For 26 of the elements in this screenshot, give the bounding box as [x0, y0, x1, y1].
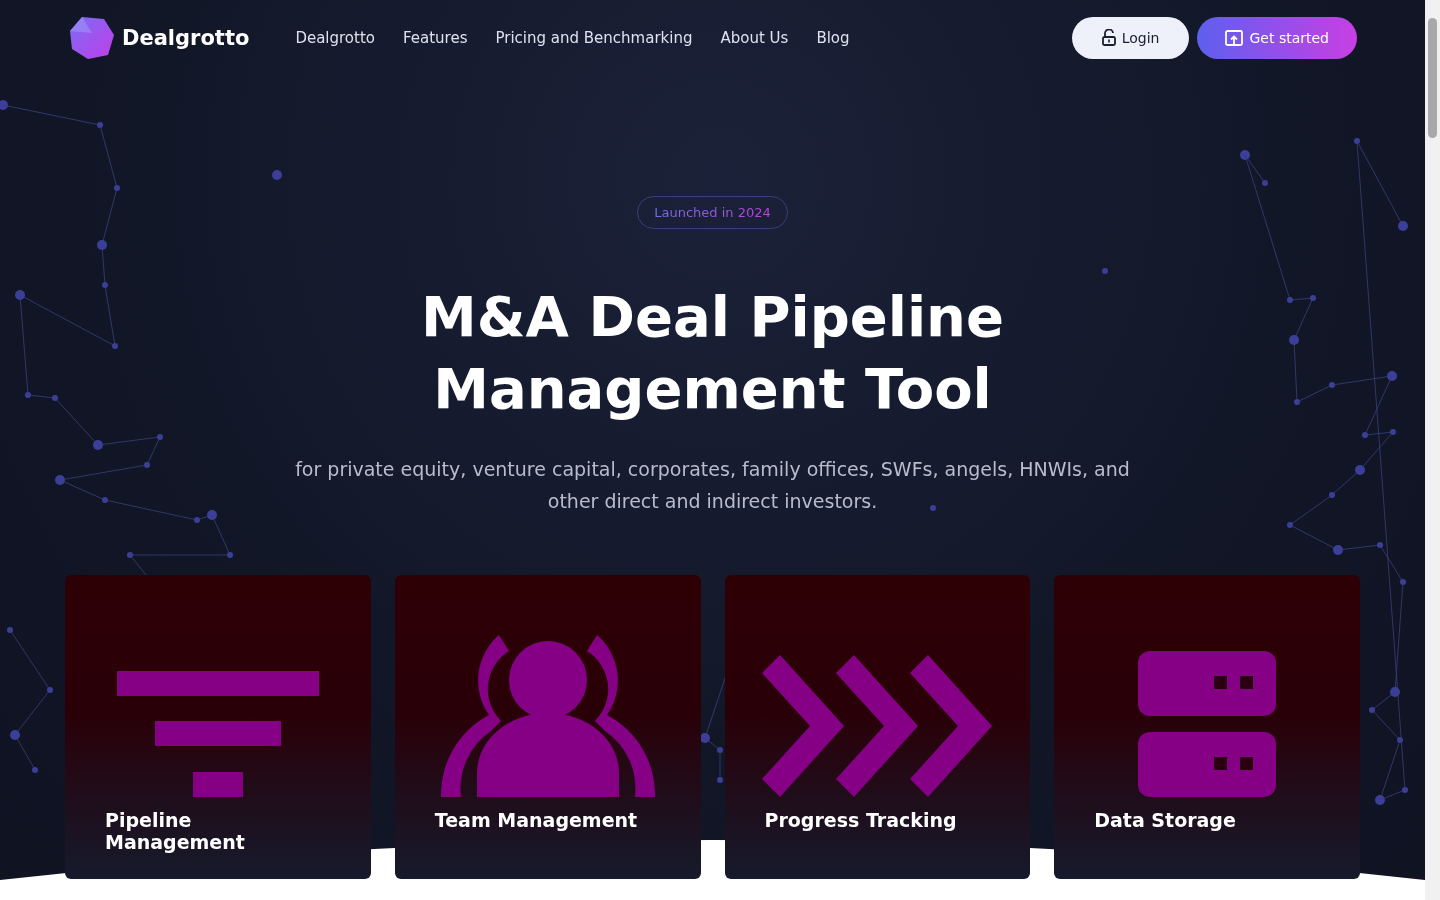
hero-subtitle: for private equity, venture capital, corporates, family offices, SWFs, angels, HNWIs, and other direct and indirect investors.	[294, 457, 1131, 514]
hero-title: M&A Deal Pipeline Management Tool	[421, 283, 1004, 423]
nav-link[interactable]: Dealgrotto	[295, 28, 375, 47]
nav-link[interactable]: Pricing and Benchmarking	[495, 28, 693, 47]
team-icon	[440, 633, 655, 797]
login-button[interactable]: Login	[1071, 16, 1190, 59]
card-title: Progress Tracking	[763, 808, 958, 831]
server-icon	[1138, 651, 1277, 797]
nav-link[interactable]: Features	[403, 28, 468, 47]
chevrons-icon	[762, 655, 993, 797]
feature-card[interactable]: Team Management	[394, 575, 701, 879]
get-started-button[interactable]: Get started	[1197, 16, 1357, 59]
nav-link[interactable]: Blog	[816, 28, 850, 47]
feature-card[interactable]: Data Storage	[1054, 575, 1360, 879]
card-title: Data Storage	[1093, 808, 1237, 831]
gem-logo-icon	[68, 14, 116, 61]
funnel-icon	[116, 671, 319, 797]
brand-name[interactable]: Dealgrotto	[122, 25, 250, 50]
nav-link[interactable]: About Us	[720, 28, 789, 47]
card-title: Pipeline Management	[104, 808, 246, 853]
upload-screen-icon	[1225, 29, 1244, 46]
feature-card[interactable]: Pipeline Management	[65, 575, 371, 879]
scrollbar[interactable]	[1425, 0, 1440, 900]
feature-card[interactable]: Progress Tracking	[724, 575, 1031, 879]
padlock-icon	[1101, 29, 1116, 46]
card-title: Team Management	[433, 808, 639, 831]
